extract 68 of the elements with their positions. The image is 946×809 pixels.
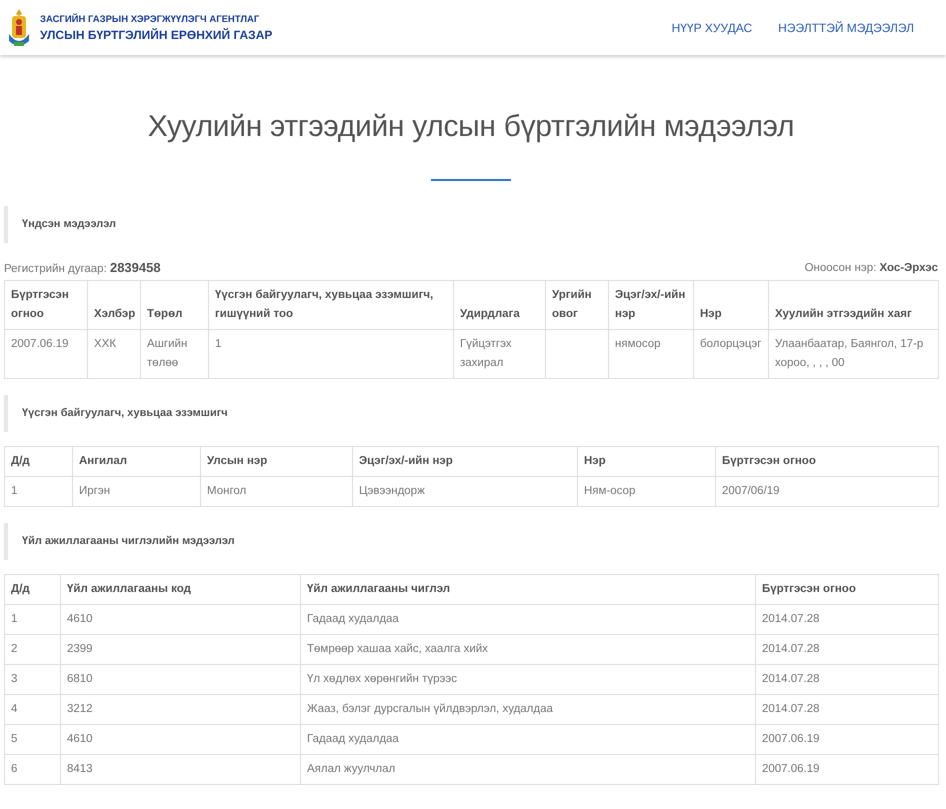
table-cell: 2	[4, 634, 60, 664]
table-cell: Гүйцэтгэх захирал	[454, 330, 546, 378]
table-cell: 4610	[60, 724, 300, 754]
table-cell: Үл хөдлөх хөрөнгийн түрээс	[300, 664, 756, 694]
table-cell: Гадаад худалдаа	[300, 604, 756, 634]
table-cell: 5	[4, 724, 60, 754]
column-header: Хуулийн этгээдийн хаяг	[768, 280, 938, 330]
table-cell: Аялал жуулчлал	[300, 754, 756, 784]
column-header: Ургийн овог	[546, 280, 608, 330]
table-cell: 4610	[60, 604, 300, 634]
table-cell: Иргэн	[72, 476, 200, 506]
table-cell: Гадаад худалдаа	[300, 724, 756, 754]
table-cell: нямосор	[608, 330, 694, 378]
column-header: Бүртгэсэн огноо	[756, 574, 938, 604]
table-cell: Цэвээндорж	[352, 476, 578, 506]
section-heading: Үйл ажиллагааны чиглэлийн мэдээлэл	[4, 523, 938, 560]
column-header: Үүсгэн байгуулагч, хувьцаа эзэмшигч, гишүүний тоо	[208, 280, 454, 330]
section-heading: Үндсэн мэдээлэл	[4, 206, 938, 243]
table-cell: Монгол	[200, 476, 352, 506]
table-cell: 1	[208, 330, 454, 378]
column-header: Хэлбэр	[88, 280, 140, 330]
table-cell: Төмрөөр хашаа хайс, хаалга хийх	[300, 634, 756, 664]
table-cell: 1	[4, 604, 60, 634]
column-header: Төрөл	[140, 280, 208, 330]
column-header: Үйл ажиллагааны чиглэл	[300, 574, 756, 604]
table-cell: 2014.07.28	[756, 634, 938, 664]
table-cell: 4	[4, 694, 60, 724]
column-header: Нэр	[694, 280, 768, 330]
column-header: Д/д	[4, 574, 60, 604]
table-cell: Ням-осор	[578, 476, 716, 506]
column-header: Бүртгэсэн огноо	[4, 280, 88, 330]
column-header: Д/д	[4, 446, 72, 476]
column-header: Бүртгэсэн огноо	[716, 446, 938, 476]
table-cell: 2399	[60, 634, 300, 664]
nav-link[interactable]: НЭЭЛТТЭЙ МЭДЭЭЛЭЛ	[778, 20, 914, 34]
table-cell: 6	[4, 754, 60, 784]
table-cell: 6810	[60, 664, 300, 694]
column-header: Эцэг/эх/-ийн нэр	[352, 446, 578, 476]
table-cell: Улаанбаатар, Баянгол, 17-р хороо, , , , 00	[768, 330, 938, 378]
table-cell: ХХК	[88, 330, 140, 378]
table-cell: 2007.06.19	[756, 754, 938, 784]
table-cell: 2007/06/19	[716, 476, 938, 506]
table-cell: Ашгийн төлөө	[140, 330, 208, 378]
table-cell: Жааз, бэлэг дурсгалын үйлдвэрлэл, худалдаа	[300, 694, 756, 724]
page-title: Хуулийн этгээдийн улсын бүртгэлийн мэдээлэл	[146, 109, 796, 145]
column-header: Ангилал	[72, 446, 200, 476]
agency-name: ЗАСГИЙН ГАЗРЫН ХЭРЭГЖҮҮЛЭГЧ АГЕНТЛАГ	[40, 14, 260, 24]
table-cell: 3	[4, 664, 60, 694]
table-cell: болорцэцэг	[694, 330, 768, 378]
column-header: Удирдлага	[454, 280, 546, 330]
section-heading: Үүсгэн байгуулагч, хувьцаа эзэмшигч	[4, 395, 938, 432]
given-name: Оноосон нэр: Хос-Эрхэс	[804, 261, 938, 276]
office-name: УЛСЫН БҮРТГЭЛИЙН ЕРӨНХИЙ ГАЗАР	[40, 28, 272, 42]
table-cell: 8413	[60, 754, 300, 784]
emblem-icon	[6, 8, 32, 48]
table-cell: 2007.06.19	[756, 724, 938, 754]
table-cell: 3212	[60, 694, 300, 724]
table-cell: 1	[4, 476, 72, 506]
nav-link[interactable]: НҮҮР ХУУДАС	[672, 20, 752, 34]
table-cell: 2014.07.28	[756, 604, 938, 634]
table-cell: 2007.06.19	[4, 330, 88, 378]
table-cell: 2014.07.28	[756, 694, 938, 724]
column-header: Эцэг/эх/-ийн нэр	[608, 280, 694, 330]
column-header: Нэр	[578, 446, 716, 476]
column-header: Үйл ажиллагааны код	[60, 574, 300, 604]
registration-number: Регистрийн дугаар: 2839458	[4, 260, 161, 277]
column-header: Улсын нэр	[200, 446, 352, 476]
table-cell: 2014.07.28	[756, 664, 938, 694]
